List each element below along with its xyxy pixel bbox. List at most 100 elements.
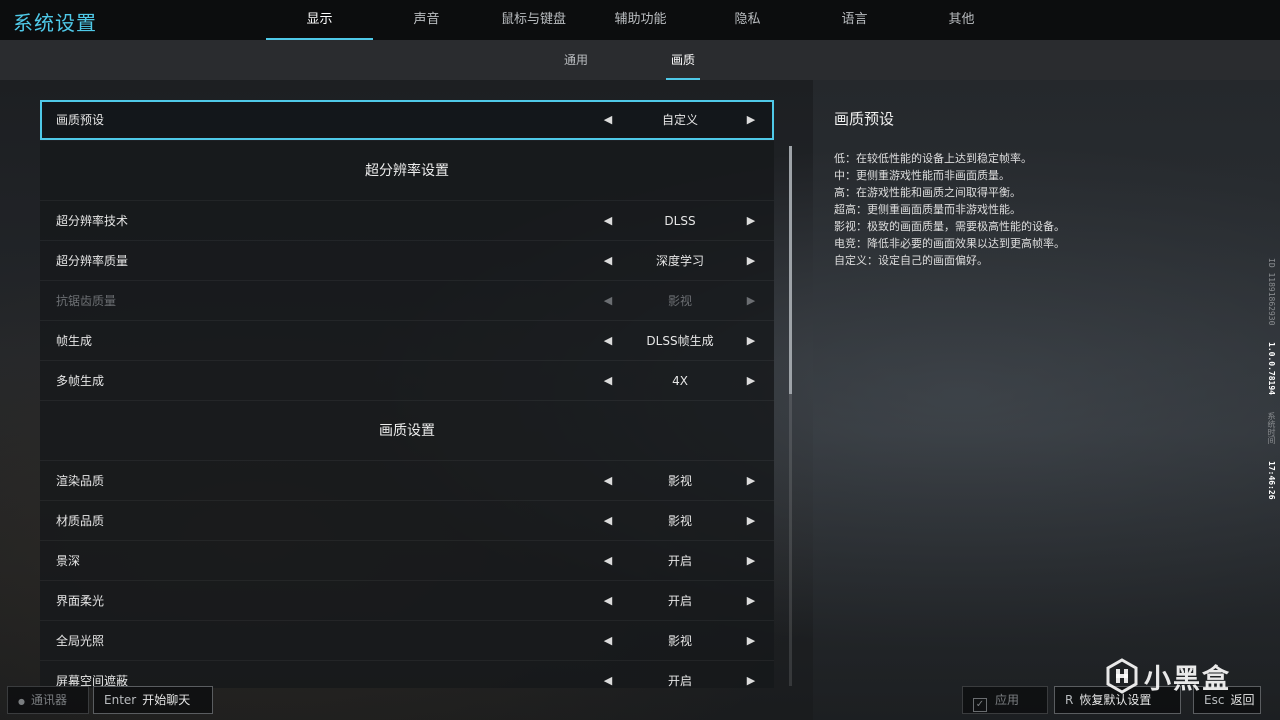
description-line: 高：在游戏性能和画质之间取得平衡。: [834, 186, 1021, 199]
tab-language[interactable]: 语言: [801, 0, 908, 40]
arrow-left-icon[interactable]: ◀: [598, 541, 618, 581]
arrow-right-icon[interactable]: ▶: [741, 201, 761, 241]
watermark: 小黑盒: [1104, 658, 1231, 695]
comms-button[interactable]: ● 通讯器: [7, 686, 89, 714]
tab-sound[interactable]: 声音: [373, 0, 480, 40]
tab-display[interactable]: 显示: [266, 0, 373, 40]
setting-row-aa-quality: 抗锯齿质量 ◀ 影视 ▶: [40, 281, 774, 321]
arrow-left-icon[interactable]: ◀: [598, 621, 618, 661]
setting-value: 自定义: [661, 113, 698, 127]
arrow-right-icon[interactable]: ▶: [741, 541, 761, 581]
sub-tab-bar: [0, 40, 1280, 80]
page-title: 系统设置: [13, 11, 97, 35]
scrollbar-thumb[interactable]: [789, 146, 792, 394]
apply-label: 应用: [995, 693, 1020, 707]
back-label: 返回: [1230, 693, 1255, 707]
arrow-right-icon[interactable]: ▶: [741, 361, 761, 401]
setting-label: 界面柔光: [56, 594, 105, 608]
setting-value: 影视: [667, 294, 692, 308]
subtab-graphics[interactable]: 画质: [656, 40, 710, 80]
arrow-right-icon[interactable]: ▶: [741, 321, 761, 361]
watermark-text: 小黑盒: [1144, 663, 1231, 695]
apply-button[interactable]: ✓ 应用: [962, 686, 1048, 714]
section-header-graphics: 画质设置: [40, 401, 774, 461]
player-id: ID 11891862930: [1267, 258, 1276, 326]
arrow-right-icon[interactable]: ▶: [741, 102, 761, 138]
setting-value: 影视: [667, 474, 692, 488]
settings-list: 画质预设 ◀ 自定义 ▶ 超分辨率设置 超分辨率技术 ◀ DLSS ▶ 超分辨率…: [40, 80, 774, 688]
setting-row-multi-frame-gen[interactable]: 多帧生成 ◀ 4X ▶: [40, 361, 774, 401]
setting-label: 超分辨率技术: [56, 214, 129, 228]
build-info: ID 11891862930 1.0.0.78194 系统时间 17:46:26: [1266, 258, 1276, 511]
tab-privacy[interactable]: 隐私: [694, 0, 801, 40]
arrow-left-icon[interactable]: ◀: [598, 201, 618, 241]
arrow-left-icon[interactable]: ◀: [598, 321, 618, 361]
comms-dot-icon: ●: [18, 697, 25, 706]
arrow-right-icon[interactable]: ▶: [741, 241, 761, 281]
arrow-right-icon[interactable]: ▶: [741, 661, 761, 688]
setting-label: 帧生成: [56, 334, 93, 348]
arrow-right-icon[interactable]: ▶: [741, 461, 761, 501]
setting-value: 影视: [667, 514, 692, 528]
setting-label: 屏幕空间遮蔽: [56, 674, 129, 688]
setting-row-ui-bloom[interactable]: 界面柔光 ◀ 开启 ▶: [40, 581, 774, 621]
arrow-left-icon[interactable]: ◀: [598, 461, 618, 501]
description-line: 低：在较低性能的设备上达到稳定帧率。: [834, 152, 1032, 165]
setting-row-graphics-preset[interactable]: 画质预设 ◀ 自定义 ▶: [40, 100, 774, 140]
enter-key-hint: Enter: [104, 693, 137, 707]
setting-row-depth-of-field[interactable]: 景深 ◀ 开启 ▶: [40, 541, 774, 581]
setting-label: 景深: [56, 554, 81, 568]
setting-row-render-quality[interactable]: 渲染品质 ◀ 影视 ▶: [40, 461, 774, 501]
setting-label: 画质预设: [56, 113, 105, 127]
description-line: 自定义：设定自己的画面偏好。: [834, 254, 988, 267]
comms-label: 通讯器: [30, 693, 67, 707]
setting-value: 影视: [667, 634, 692, 648]
arrow-left-icon[interactable]: ◀: [598, 361, 618, 401]
arrow-left-icon[interactable]: ◀: [598, 661, 618, 688]
setting-value: 开启: [667, 594, 692, 608]
xiaoheihe-logo-icon: [1106, 658, 1138, 694]
main-tabs: 显示 声音 鼠标与键盘 辅助功能 隐私 语言 其他: [266, 0, 1015, 40]
setting-value: DLSS帧生成: [646, 334, 714, 348]
system-time-label: 系统时间: [1267, 412, 1276, 445]
description-line: 影视：极致的画面质量，需要极高性能的设备。: [834, 220, 1065, 233]
arrow-left-icon[interactable]: ◀: [598, 501, 618, 541]
setting-label: 抗锯齿质量: [56, 294, 117, 308]
setting-row-global-illumination[interactable]: 全局光照 ◀ 影视 ▶: [40, 621, 774, 661]
arrow-left-icon[interactable]: ◀: [598, 581, 618, 621]
setting-row-frame-gen[interactable]: 帧生成 ◀ DLSS帧生成 ▶: [40, 321, 774, 361]
start-chat-label: 开始聊天: [142, 693, 191, 707]
setting-label: 超分辨率质量: [56, 254, 129, 268]
subtab-general[interactable]: 通用: [549, 40, 603, 80]
checkbox-icon: ✓: [973, 698, 987, 712]
arrow-left-icon[interactable]: ◀: [598, 102, 618, 138]
setting-value: 开启: [667, 674, 692, 688]
arrow-right-icon: ▶: [746, 294, 756, 307]
r-key-hint: R: [1065, 693, 1074, 707]
setting-row-material-quality[interactable]: 材质品质 ◀ 影视 ▶: [40, 501, 774, 541]
setting-value: 深度学习: [655, 254, 704, 268]
description-text: 低：在较低性能的设备上达到稳定帧率。 中：更侧重游戏性能而非画面质量。 高：在游…: [834, 150, 1254, 269]
tab-mouse-keyboard[interactable]: 鼠标与键盘: [480, 0, 587, 40]
setting-row-sr-quality[interactable]: 超分辨率质量 ◀ 深度学习 ▶: [40, 241, 774, 281]
description-line: 超高：更侧重画面质量而非游戏性能。: [834, 203, 1021, 216]
reset-defaults-label: 恢复默认设置: [1079, 693, 1152, 707]
arrow-right-icon[interactable]: ▶: [741, 501, 761, 541]
setting-label: 材质品质: [56, 514, 105, 528]
arrow-left-icon: ◀: [603, 294, 613, 307]
description-line: 中：更侧重游戏性能而非画面质量。: [834, 169, 1010, 182]
arrow-right-icon[interactable]: ▶: [741, 621, 761, 661]
setting-row-ssao[interactable]: 屏幕空间遮蔽 ◀ 开启 ▶: [40, 661, 774, 688]
setting-row-sr-tech[interactable]: 超分辨率技术 ◀ DLSS ▶: [40, 201, 774, 241]
section-header-super-resolution: 超分辨率设置: [40, 141, 774, 201]
setting-value: 4X: [672, 374, 688, 388]
setting-label: 多帧生成: [56, 374, 105, 388]
setting-value: DLSS: [664, 214, 696, 228]
tab-other[interactable]: 其他: [908, 0, 1015, 40]
tab-accessibility[interactable]: 辅助功能: [587, 0, 694, 40]
arrow-left-icon[interactable]: ◀: [598, 241, 618, 281]
description-line: 电竞：降低非必要的画面效果以达到更高帧率。: [834, 237, 1065, 250]
start-chat-button[interactable]: Enter 开始聊天: [93, 686, 213, 714]
arrow-right-icon[interactable]: ▶: [741, 581, 761, 621]
setting-label: 全局光照: [56, 634, 105, 648]
